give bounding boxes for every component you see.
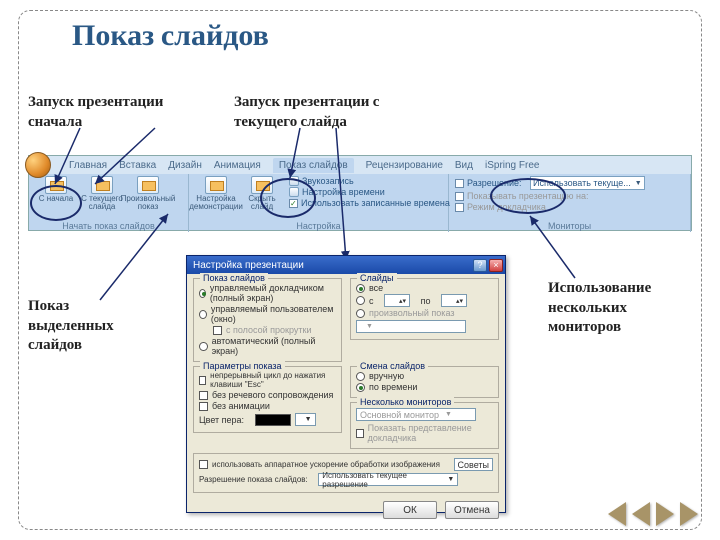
fieldset-advance: Смена слайдов вручную по времени <box>350 366 499 398</box>
tab-slideshow[interactable]: Показ слайдов <box>273 158 354 173</box>
tab-design[interactable]: Дизайн <box>168 160 202 171</box>
office-orb-button[interactable] <box>25 152 51 178</box>
chk-presenter-view[interactable]: Режим докладчика <box>455 202 684 212</box>
fieldset-show-type: Показ слайдов управляемый докладчиком (п… <box>193 278 342 362</box>
cancel-button[interactable]: Отмена <box>445 501 499 519</box>
radio-manual[interactable]: вручную <box>356 371 493 381</box>
tips-button[interactable]: Советы <box>454 458 493 471</box>
ribbon: Главная Вставка Дизайн Анимация Показ сл… <box>28 155 692 231</box>
checkbox-icon <box>455 192 464 201</box>
monitor-dropdown[interactable]: Основной монитор▼ <box>356 408 476 421</box>
close-button[interactable]: × <box>489 259 503 272</box>
pen-color-picker[interactable] <box>255 414 291 426</box>
tab-view[interactable]: Вид <box>455 160 473 171</box>
callout-label-monitors: Использование нескольких мониторов <box>548 278 688 337</box>
nav-last-icon[interactable] <box>680 502 698 526</box>
chk-scrollbar[interactable]: с полосой прокрутки <box>213 325 336 335</box>
radio-custom-show[interactable]: произвольный показ <box>356 308 493 318</box>
callout-label-from-start: Запуск презентации сначала <box>28 92 198 131</box>
spin-to[interactable]: ▴▾ <box>441 294 467 307</box>
setup-show-dialog: Настройка презентации ? × Показ слайдов … <box>186 255 506 513</box>
radio-browsed-window[interactable]: управляемый пользователем (окно) <box>199 304 336 324</box>
fieldset-performance: использовать аппаратное ускорение обрабо… <box>193 453 499 493</box>
tab-animation[interactable]: Анимация <box>214 160 261 171</box>
dialog-title-text: Настройка презентации <box>193 260 304 271</box>
chk-presenter-view-dlg[interactable]: Показать представление докладчика <box>356 423 493 443</box>
row-resolution: Разрешение: Использовать текуще...▼ <box>455 176 684 190</box>
tab-ispring[interactable]: iSpring Free <box>485 160 539 171</box>
nav-prev-icon[interactable] <box>632 502 650 526</box>
chevron-down-icon: ▼ <box>635 180 642 187</box>
tab-home[interactable]: Главная <box>69 160 107 171</box>
nav-first-icon[interactable] <box>608 502 626 526</box>
help-button[interactable]: ? <box>473 259 487 272</box>
callout-label-from-current: Запуск презентации с текущего слайда <box>234 92 424 131</box>
custom-show-dropdown[interactable]: ▼ <box>356 320 466 333</box>
perf-resolution-dropdown[interactable]: Использовать текущее разрешение▼ <box>318 473 458 486</box>
spin-from[interactable]: ▴▾ <box>384 294 410 307</box>
pen-color-dropdown[interactable]: ▼ <box>295 413 316 426</box>
chk-hw-accel[interactable]: использовать аппаратное ускорение обрабо… <box>199 458 493 471</box>
callout-label-custom-show: Показ выделенных слайдов <box>28 296 148 355</box>
custom-show-icon <box>137 176 159 194</box>
chk-no-narration[interactable]: без речевого сопровождения <box>199 390 336 400</box>
btn-record-narration[interactable]: Звукозапись <box>289 176 450 186</box>
group-title-monitors: Мониторы <box>455 221 684 231</box>
group-title-start: Начать показ слайдов <box>35 221 182 231</box>
chk-loop[interactable]: непрерывный цикл до нажатия клавиши "Esc… <box>199 371 336 389</box>
ribbon-tabs: Главная Вставка Дизайн Анимация Показ сл… <box>29 156 691 174</box>
tab-review[interactable]: Рецензирование <box>366 160 443 171</box>
annotation-circle-3 <box>490 178 566 214</box>
radio-presenter[interactable]: управляемый докладчиком (полный экран) <box>199 283 336 303</box>
setup-icon <box>205 176 227 194</box>
checkbox-icon <box>455 179 464 188</box>
fieldset-slides: Слайды все с ▴▾ по ▴▾ произвольный показ… <box>350 278 499 340</box>
annotation-circle-2 <box>260 178 316 218</box>
btn-from-current[interactable]: С текущего слайда <box>81 176 123 211</box>
radio-all-slides[interactable]: все <box>356 283 493 293</box>
annotation-circle-1 <box>30 185 82 221</box>
radio-timings[interactable]: по времени <box>356 382 493 392</box>
group-title-setup: Настройка <box>195 221 442 231</box>
chk-no-animation[interactable]: без анимации <box>199 401 336 411</box>
btn-custom-show[interactable]: Произвольный показ <box>127 176 169 211</box>
slide-nav <box>608 502 698 526</box>
checkbox-icon <box>455 203 464 212</box>
fieldset-show-options: Параметры показа непрерывный цикл до наж… <box>193 366 342 433</box>
radio-kiosk[interactable]: автоматический (полный экран) <box>199 336 336 356</box>
ok-button[interactable]: ОК <box>383 501 437 519</box>
from-current-icon <box>91 176 113 194</box>
btn-setup-show[interactable]: Настройка демонстрации <box>195 176 237 211</box>
page-title: Показ слайдов <box>72 18 269 53</box>
nav-next-icon[interactable] <box>656 502 674 526</box>
radio-from-to[interactable]: с ▴▾ по ▴▾ <box>356 294 493 307</box>
tab-insert[interactable]: Вставка <box>119 160 156 171</box>
dialog-titlebar: Настройка презентации ? × <box>187 256 505 274</box>
fieldset-monitors: Несколько мониторов Основной монитор▼ По… <box>350 402 499 449</box>
